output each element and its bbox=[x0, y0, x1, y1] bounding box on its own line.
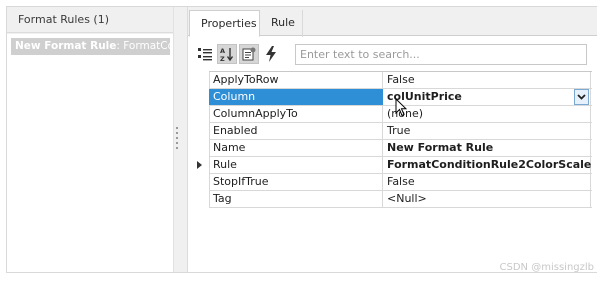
format-rules-list: New Format Rule: FormatCor bbox=[7, 34, 173, 272]
property-value[interactable]: colUnitPrice bbox=[384, 89, 591, 105]
property-value[interactable]: FormatConditionRule2ColorScale bbox=[384, 157, 591, 173]
property-value[interactable]: False bbox=[384, 72, 591, 88]
column-dropdown-button[interactable] bbox=[574, 89, 589, 105]
property-row-enabled[interactable]: Enabled True bbox=[209, 123, 592, 140]
property-row-tag[interactable]: Tag <Null> bbox=[209, 191, 592, 208]
property-name: ApplyToRow bbox=[209, 72, 383, 88]
property-row-applytorow[interactable]: ApplyToRow False bbox=[209, 72, 592, 89]
mouse-cursor-icon bbox=[395, 98, 407, 117]
property-value[interactable]: New Format Rule bbox=[384, 140, 591, 156]
property-name: StopIfTrue bbox=[209, 174, 383, 190]
current-row-indicator-icon bbox=[197, 161, 202, 169]
property-name: Tag bbox=[209, 191, 383, 207]
alphabetical-button[interactable]: A Z bbox=[217, 44, 237, 64]
format-rule-item[interactable]: New Format Rule: FormatCor bbox=[11, 38, 170, 55]
property-value[interactable]: <Null> bbox=[384, 191, 591, 207]
alphabetical-sort-icon: A Z bbox=[220, 47, 234, 62]
categorized-button[interactable] bbox=[195, 44, 215, 64]
property-pages-icon bbox=[242, 47, 256, 61]
property-value[interactable]: (none) bbox=[384, 106, 591, 122]
format-rule-item-type: : FormatCor bbox=[116, 40, 170, 52]
tab-rule[interactable]: Rule bbox=[260, 10, 303, 37]
format-rules-panel: Format Rules (1) New Format Rule: Format… bbox=[7, 7, 174, 272]
events-button[interactable] bbox=[261, 44, 281, 64]
properties-panel: Properties Rule A Z Enter text to search… bbox=[187, 7, 597, 272]
property-grid: ApplyToRow False Column colUnitPrice Col… bbox=[197, 71, 592, 208]
property-name: Column bbox=[209, 89, 383, 105]
format-rules-header: Format Rules (1) bbox=[7, 7, 173, 33]
property-value[interactable]: False bbox=[384, 174, 591, 190]
chevron-down-icon bbox=[577, 94, 586, 100]
svg-text:A: A bbox=[220, 47, 225, 55]
panel-splitter-handle[interactable] bbox=[176, 127, 178, 153]
property-pages-button[interactable] bbox=[239, 44, 259, 64]
tab-properties[interactable]: Properties bbox=[189, 10, 260, 37]
property-name: Enabled bbox=[209, 123, 383, 139]
property-name: ColumnApplyTo bbox=[209, 106, 383, 122]
property-row-stopiftrue[interactable]: StopIfTrue False bbox=[209, 174, 592, 191]
property-name: Name bbox=[209, 140, 383, 156]
tab-strip: Properties Rule bbox=[188, 7, 597, 37]
watermark-text: CSDN @missingzlb bbox=[499, 262, 594, 273]
categorized-icon bbox=[198, 48, 212, 61]
property-search-input[interactable]: Enter text to search... bbox=[295, 44, 587, 65]
format-rule-item-name: New Format Rule bbox=[15, 40, 117, 52]
svg-text:Z: Z bbox=[220, 55, 225, 62]
property-value[interactable]: True bbox=[384, 123, 591, 139]
property-row-name[interactable]: Name New Format Rule bbox=[209, 140, 592, 157]
property-name: Rule bbox=[209, 157, 383, 173]
property-grid-toolbar: A Z Enter text to search... bbox=[188, 38, 597, 68]
events-lightning-icon bbox=[266, 46, 276, 62]
format-rules-dialog: Format Rules (1) New Format Rule: Format… bbox=[6, 6, 597, 273]
property-row-rule[interactable]: Rule FormatConditionRule2ColorScale bbox=[197, 157, 592, 174]
